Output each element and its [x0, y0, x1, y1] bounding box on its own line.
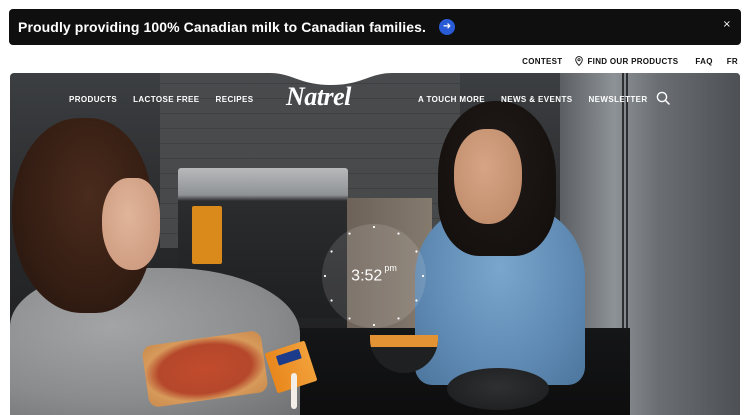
clock-time-value: 3:52 — [351, 267, 383, 285]
nav-recipes[interactable]: RECIPES — [216, 95, 254, 104]
main-nav-left: PRODUCTS LACTOSE FREE RECIPES — [69, 92, 253, 106]
clock-dot — [397, 317, 400, 320]
clock-dot — [330, 250, 333, 253]
search-icon[interactable] — [656, 91, 670, 105]
towel — [192, 206, 222, 264]
nav-a-touch-more[interactable]: A TOUCH MORE — [418, 95, 485, 104]
clock-dot — [348, 317, 351, 320]
clock-dot — [372, 323, 376, 327]
natrel-logo[interactable]: Natrel — [286, 82, 351, 112]
main-nav-right: A TOUCH MORE NEWS & EVENTS NEWSLETTER — [418, 92, 648, 106]
clock-dot — [372, 225, 376, 229]
clock-dot — [348, 232, 351, 235]
milk-pour — [291, 373, 297, 409]
clock-dot — [415, 250, 418, 253]
clock-time-period: pm — [384, 263, 397, 273]
find-products-label: FIND OUR PRODUCTS — [587, 56, 679, 66]
location-pin-icon — [575, 56, 584, 66]
faq-link[interactable]: FAQ — [695, 57, 712, 66]
clock-dot — [330, 299, 333, 302]
clock-dot — [415, 299, 418, 302]
announcement-banner: Proudly providing 100% Canadian milk to … — [9, 9, 741, 45]
announcement-text: Proudly providing 100% Canadian milk to … — [18, 19, 427, 35]
nav-lactose-free[interactable]: LACTOSE FREE — [133, 95, 199, 104]
person-left-face — [102, 178, 160, 270]
clock-dot — [397, 232, 400, 235]
arrow-right-icon[interactable]: ➜ — [439, 19, 456, 35]
utility-nav: CONTEST FIND OUR PRODUCTS FAQ FR — [522, 53, 738, 69]
find-products-link[interactable]: FIND OUR PRODUCTS — [575, 56, 678, 66]
person-right-face — [454, 129, 522, 224]
nav-products[interactable]: PRODUCTS — [69, 95, 117, 104]
plate — [447, 368, 549, 410]
clock-time: 3:52 pm — [322, 263, 426, 285]
language-toggle[interactable]: FR — [727, 57, 738, 66]
nav-newsletter[interactable]: NEWSLETTER — [588, 95, 647, 104]
clock-overlay: 3:52 pm — [322, 224, 426, 328]
contest-link[interactable]: CONTEST — [522, 57, 562, 66]
nav-news-events[interactable]: NEWS & EVENTS — [501, 95, 572, 104]
close-icon[interactable]: × — [723, 19, 731, 30]
